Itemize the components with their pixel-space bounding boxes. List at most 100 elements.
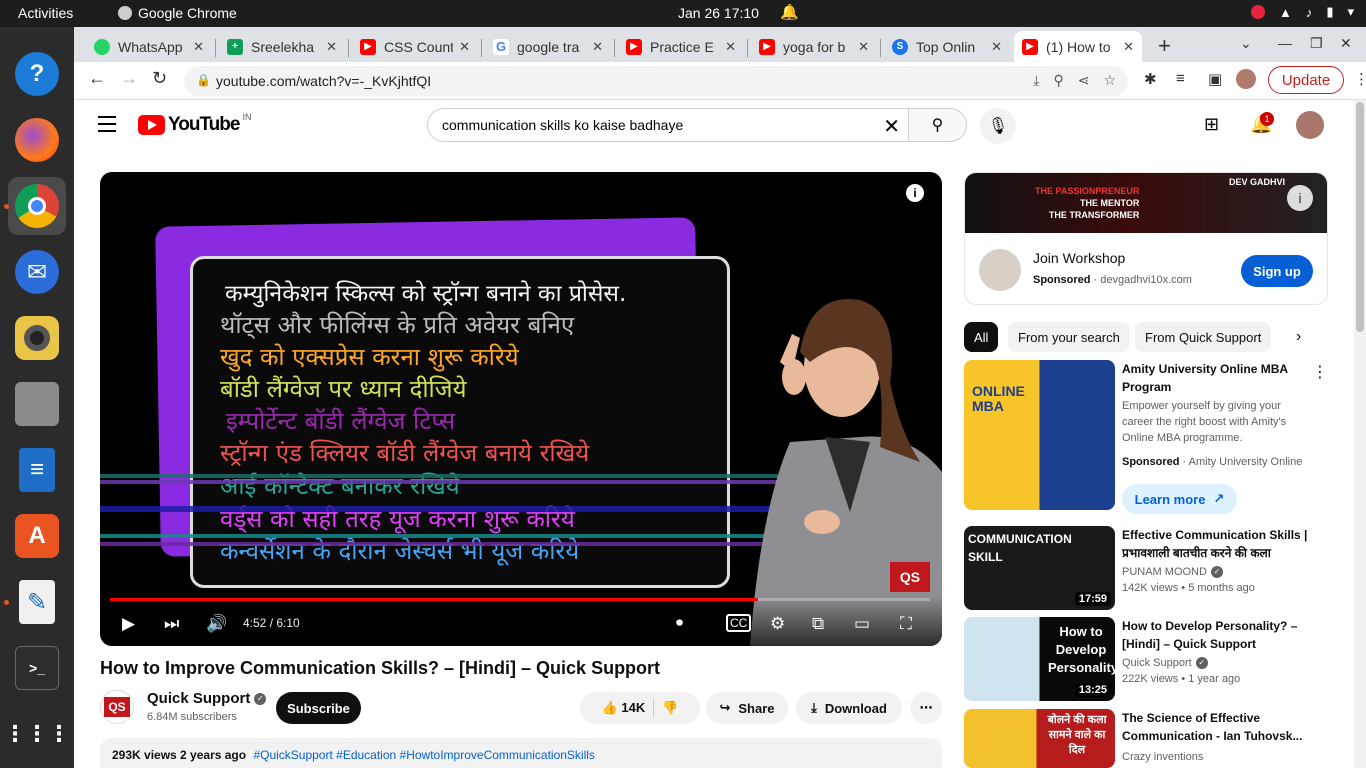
firefox-app[interactable] <box>8 111 66 169</box>
search-button[interactable]: ⚲ <box>909 108 967 142</box>
video-thumbnail[interactable]: बोलने की कला सामने वाले का दिल <box>964 709 1115 768</box>
more-options-icon[interactable]: ⋮ <box>1312 362 1328 382</box>
rec-title[interactable]: Amity University Online MBA Program <box>1122 360 1312 396</box>
share-icon[interactable]: ⋖ <box>1078 72 1090 89</box>
system-tray[interactable]: ▲ ♪ ▮ ▾ <box>1250 4 1354 20</box>
ad-info-icon[interactable]: i <box>1287 185 1313 211</box>
chip-all[interactable]: All <box>964 322 999 352</box>
tab-4[interactable]: ▶ Practice E ✕ <box>618 31 744 62</box>
forward-button[interactable]: → <box>120 68 138 89</box>
update-button[interactable]: Update <box>1268 66 1344 94</box>
more-actions-button[interactable]: ⋯ <box>910 692 942 724</box>
rec-title[interactable]: Effective Communication Skills | प्रभावश… <box>1122 526 1312 562</box>
tab-7-active[interactable]: ▶ (1) How to ✕ <box>1014 31 1142 62</box>
learn-more-button[interactable]: Learn more ↗ <box>1122 484 1237 514</box>
tab-6[interactable]: S Top Onlin ✕ <box>884 31 1010 62</box>
back-button[interactable]: ← <box>88 68 106 89</box>
next-video-icon[interactable]: ⏭ <box>164 614 179 634</box>
captions-icon[interactable]: CC <box>726 614 752 632</box>
close-tab-icon[interactable]: ✕ <box>1123 39 1134 55</box>
theater-mode-icon[interactable]: ▭ <box>854 614 870 634</box>
download-button[interactable]: ⤓ Download <box>796 692 902 724</box>
chevron-right-icon[interactable]: › <box>1296 328 1301 346</box>
voice-search-button[interactable]: 🎙 <box>980 108 1016 144</box>
side-panel-icon[interactable]: ▣ <box>1208 70 1222 88</box>
sign-up-button[interactable]: Sign up <box>1241 255 1313 287</box>
hamburger-menu-icon[interactable] <box>98 116 116 137</box>
hashtags[interactable]: #QuickSupport #Education #HowtoImproveCo… <box>253 748 595 762</box>
like-button[interactable]: 👍 14K <box>602 700 646 716</box>
install-app-icon[interactable]: ⤓ <box>1033 72 1039 89</box>
youtube-logo[interactable]: YouTube IN <box>138 112 251 136</box>
close-tab-icon[interactable]: ✕ <box>725 39 736 55</box>
chrome-menu-icon[interactable]: ⋮ <box>1354 70 1366 88</box>
account-avatar[interactable] <box>1296 111 1324 139</box>
tab-3[interactable]: G google tra ✕ <box>485 31 611 62</box>
show-apps-button[interactable]: ⋮⋮⋮ <box>4 705 70 763</box>
tab-0[interactable]: WhatsApp ✕ <box>86 31 212 62</box>
dislike-button[interactable]: 👎 <box>662 700 678 716</box>
address-bar[interactable]: 🔒 youtube.com/watch?v=-_KvKjhtfQI ⤓ ⚲ ⋖ … <box>184 66 1128 96</box>
settings-gear-icon[interactable]: ⚙ <box>770 614 785 634</box>
bookmark-star-icon[interactable]: ☆ <box>1103 72 1116 89</box>
zoom-icon[interactable]: ⚲ <box>1053 72 1063 89</box>
activities-button[interactable]: Activities <box>18 5 73 21</box>
terminal-app[interactable]: >_ <box>8 639 66 697</box>
rec-channel[interactable]: Crazy inventions <box>1122 749 1203 765</box>
notification-bell-icon[interactable]: 🔔 <box>780 3 799 21</box>
media-control-icon[interactable]: ≡ <box>1176 70 1185 87</box>
profile-avatar[interactable] <box>1236 69 1256 93</box>
miniplayer-icon[interactable]: ⧉ <box>812 614 824 634</box>
files-app[interactable] <box>8 375 66 433</box>
progress-bar[interactable] <box>110 598 930 601</box>
writer-app[interactable]: ≡ <box>8 441 66 499</box>
list-item-ad[interactable]: ONLINE MBA Amity University Online MBA P… <box>964 360 1328 520</box>
chrome-app[interactable] <box>8 177 66 235</box>
help-app[interactable]: ? <box>8 45 66 103</box>
rec-title[interactable]: The Science of Effective Communication -… <box>1122 709 1312 745</box>
list-item[interactable]: COMMUNICATION SKILL 17:59 Effective Comm… <box>964 526 1328 610</box>
tab-2[interactable]: ▶ CSS Count ✕ <box>352 31 478 62</box>
thunderbird-app[interactable]: ✉ <box>8 243 66 301</box>
autoplay-toggle[interactable]: ⏺ <box>676 614 683 631</box>
rec-channel[interactable]: Quick Support ✓ <box>1122 655 1208 671</box>
description-box[interactable]: 293K views 2 years ago #QuickSupport #Ed… <box>100 738 942 768</box>
tab-5[interactable]: ▶ yoga for b ✕ <box>751 31 877 62</box>
play-icon[interactable]: ▶ <box>122 614 135 634</box>
page-scrollbar[interactable] <box>1354 100 1366 768</box>
text-editor-app[interactable]: ✎ <box>8 573 66 631</box>
list-item[interactable]: How to Develop Personality? 13:25 How to… <box>964 617 1328 701</box>
channel-avatar[interactable]: QS <box>100 690 134 724</box>
tab-search-chevron-icon[interactable]: ⌄ <box>1240 35 1252 52</box>
subscribe-button[interactable]: Subscribe <box>276 692 361 724</box>
close-tab-icon[interactable]: ✕ <box>991 39 1002 55</box>
video-thumbnail[interactable]: COMMUNICATION SKILL 17:59 <box>964 526 1115 610</box>
close-tab-icon[interactable]: ✕ <box>326 39 337 55</box>
app-menu[interactable]: Google Chrome <box>118 5 237 21</box>
volume-icon[interactable]: 🔊 <box>206 614 227 634</box>
clear-search-icon[interactable]: ✕ <box>883 114 900 139</box>
tab-1[interactable]: + Sreelekha ✕ <box>219 31 345 62</box>
extensions-icon[interactable]: ✱ <box>1144 70 1157 88</box>
channel-name[interactable]: Quick Support ✓ <box>147 690 267 707</box>
video-player[interactable]: कम्युनिकेशन स्किल्स को स्ट्रॉन्ग बनाने क… <box>100 172 942 646</box>
reload-button[interactable]: ↻ <box>152 68 167 89</box>
video-thumbnail[interactable]: ONLINE MBA <box>964 360 1115 510</box>
sponsored-ad-card[interactable]: THE PASSIONPRENEUR THE MENTOR THE TRANSF… <box>964 172 1328 305</box>
rec-title[interactable]: How to Develop Personality? – [Hindi] – … <box>1122 617 1312 653</box>
create-video-icon[interactable]: ⊞ <box>1204 114 1219 135</box>
rec-channel[interactable]: PUNAM MOOND ✓ <box>1122 564 1223 580</box>
close-tab-icon[interactable]: ✕ <box>193 39 204 55</box>
chip-from-quick-support[interactable]: From Quick Support <box>1135 322 1272 352</box>
new-tab-button[interactable]: + <box>1158 33 1171 59</box>
close-tab-icon[interactable]: ✕ <box>459 39 470 55</box>
clock[interactable]: Jan 26 17:10 <box>678 5 759 21</box>
close-tab-icon[interactable]: ✕ <box>858 39 869 55</box>
maximize-button[interactable]: ❐ <box>1310 35 1323 52</box>
minimize-button[interactable]: — <box>1278 35 1292 51</box>
ad-banner[interactable]: THE PASSIONPRENEUR THE MENTOR THE TRANSF… <box>965 173 1327 233</box>
chip-from-your-search[interactable]: From your search <box>1008 322 1130 352</box>
close-window-button[interactable]: ✕ <box>1340 35 1352 52</box>
rhythmbox-app[interactable] <box>8 309 66 367</box>
fullscreen-icon[interactable]: ⛶ <box>900 614 912 634</box>
